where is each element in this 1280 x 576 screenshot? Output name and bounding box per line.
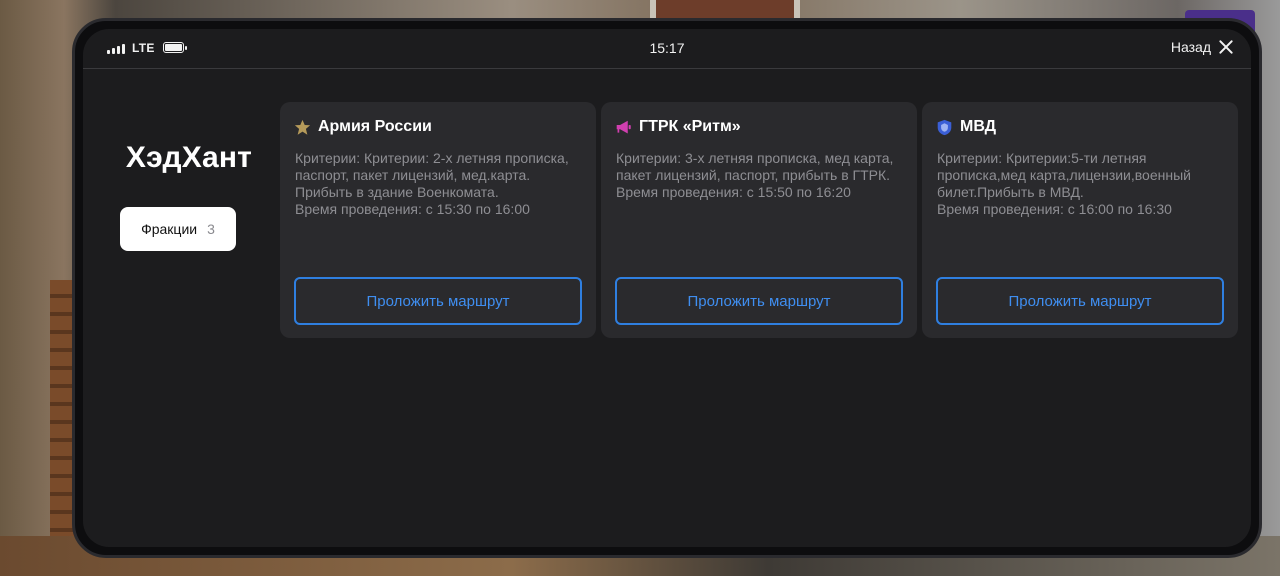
build-route-button[interactable]: Проложить маршрут [936, 277, 1224, 325]
criteria-line: билет.Прибыть в МВД. [937, 184, 1084, 200]
star-icon [294, 119, 311, 135]
tab-factions[interactable]: Фракции 3 [120, 207, 236, 251]
criteria-line: Время проведения: с 15:30 по 16:00 [295, 201, 530, 217]
phone-screen: LTE 15:17 Назад ХэдХант Фракции 3 Армия … [83, 29, 1251, 547]
build-route-button[interactable]: Проложить маршрут [615, 277, 903, 325]
criteria-line: пакет лицензий, паспорт, прибыть в ГТРК. [616, 167, 891, 183]
card-title: МВД [960, 118, 997, 135]
card-title: Армия России [318, 118, 432, 135]
tab-factions-count: 3 [207, 221, 215, 237]
criteria-line: Критерии: Критерии: 2-х летняя прописка, [295, 150, 569, 166]
app-title: ХэдХант [125, 141, 253, 174]
criteria-line: Критерии: Критерии:5-ти летняя [937, 150, 1147, 166]
build-route-button[interactable]: Проложить маршрут [294, 277, 582, 325]
criteria-line: Критерии: 3-х летняя прописка, мед карта… [616, 150, 894, 166]
megaphone-icon [616, 120, 631, 133]
faction-card-mvd: МВД Критерии: Критерии:5-ти летняя пропи… [922, 102, 1238, 338]
card-header: МВД [936, 118, 996, 136]
status-bar: LTE 15:17 Назад [83, 29, 1251, 69]
card-criteria: Критерии: Критерии:5-ти летняя прописка,… [937, 150, 1229, 218]
criteria-line: Время проведения: с 16:00 по 16:30 [937, 201, 1172, 217]
card-title: ГТРК «Ритм» [639, 118, 741, 135]
back-button-label: Назад [1170, 39, 1211, 55]
close-icon[interactable] [1219, 40, 1233, 54]
card-criteria: Критерии: Критерии: 2-х летняя прописка,… [295, 150, 587, 218]
criteria-line: паспорт, пакет лицензий, мед.карта. [295, 167, 531, 183]
police-shield-icon [937, 119, 952, 135]
criteria-line: Время проведения: с 15:50 по 16:20 [616, 184, 851, 200]
faction-card-army: Армия России Критерии: Критерии: 2-х лет… [280, 102, 596, 338]
card-header: ГТРК «Ритм» [615, 118, 741, 136]
card-header: Армия России [294, 118, 432, 136]
back-button[interactable]: Назад [1171, 39, 1233, 55]
criteria-line: прописка,мед карта,лицензии,военный [937, 167, 1191, 183]
tab-factions-label: Фракции [141, 221, 198, 237]
criteria-line: Прибыть в здание Военкомата. [295, 184, 499, 200]
phone-frame: LTE 15:17 Назад ХэдХант Фракции 3 Армия … [72, 18, 1262, 558]
clock: 15:17 [649, 40, 685, 56]
card-criteria: Критерии: 3-х летняя прописка, мед карта… [616, 150, 908, 201]
faction-card-gtrk: ГТРК «Ритм» Критерии: 3-х летняя прописк… [601, 102, 917, 338]
